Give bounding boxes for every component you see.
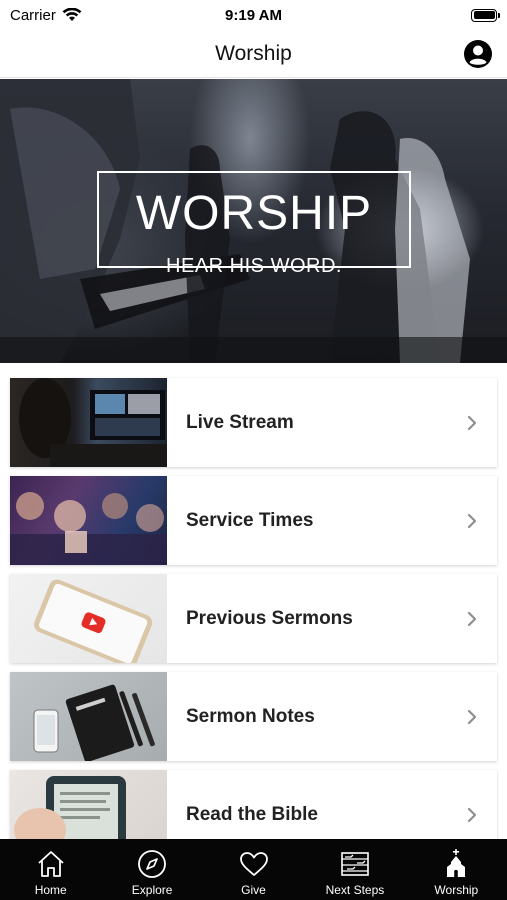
page-title: Worship [215,41,292,65]
tab-give[interactable]: Give [203,839,304,900]
tab-label: Worship [434,883,479,897]
tab-next-steps[interactable]: Next Steps [304,839,405,900]
tab-home[interactable]: Home [0,839,101,900]
tab-label: Give [241,883,266,897]
hero-subtitle-wrap: HEAR HIS WORD. [97,255,411,278]
hero-banner: WORSHIP HEAR HIS WORD. [0,79,507,363]
heart-icon [239,852,268,876]
chevron-right-icon [467,415,477,430]
list-item-previous-sermons[interactable]: Previous Sermons [10,574,497,663]
list-item-service-times[interactable]: Service Times [10,476,497,565]
tab-bar: Home Explore Give Next Steps Worship [0,839,507,900]
list-item-live-stream[interactable]: Live Stream [10,378,497,467]
chapel-icon [447,849,466,877]
list-item-label: Service Times [186,509,314,531]
live-stream-thumbnail [10,378,167,467]
worship-menu-list: Live Stream Service Times Previous Sermo… [10,378,497,868]
previous-sermons-thumbnail [10,574,167,663]
tab-label: Next Steps [325,883,385,897]
tab-label: Explore [131,883,173,897]
status-time: 9:19 AM [225,6,282,24]
chevron-right-icon [467,807,477,822]
service-times-thumbnail [10,476,167,565]
hero-title: WORSHIP [135,187,373,240]
chevron-right-icon [467,513,477,528]
chevron-right-icon [467,709,477,724]
navigation-bar: Worship [0,30,507,78]
hero-subtitle: HEAR HIS WORD. [166,255,342,277]
list-item-label: Sermon Notes [186,705,315,727]
chevron-right-icon [467,611,477,626]
sermon-notes-thumbnail [10,672,167,761]
tab-worship[interactable]: Worship [406,839,507,900]
status-bar: Carrier 9:19 AM [0,0,507,30]
list-item-label: Previous Sermons [186,607,353,629]
steps-icon [341,852,369,876]
compass-icon [138,850,167,878]
tab-label: Home [34,883,67,897]
home-icon [38,851,64,877]
list-item-label: Live Stream [186,411,294,433]
battery-icon [471,8,500,22]
list-item-label: Read the Bible [186,803,318,825]
tab-explore[interactable]: Explore [101,839,202,900]
user-circle-icon[interactable] [463,39,493,69]
list-item-sermon-notes[interactable]: Sermon Notes [10,672,497,761]
